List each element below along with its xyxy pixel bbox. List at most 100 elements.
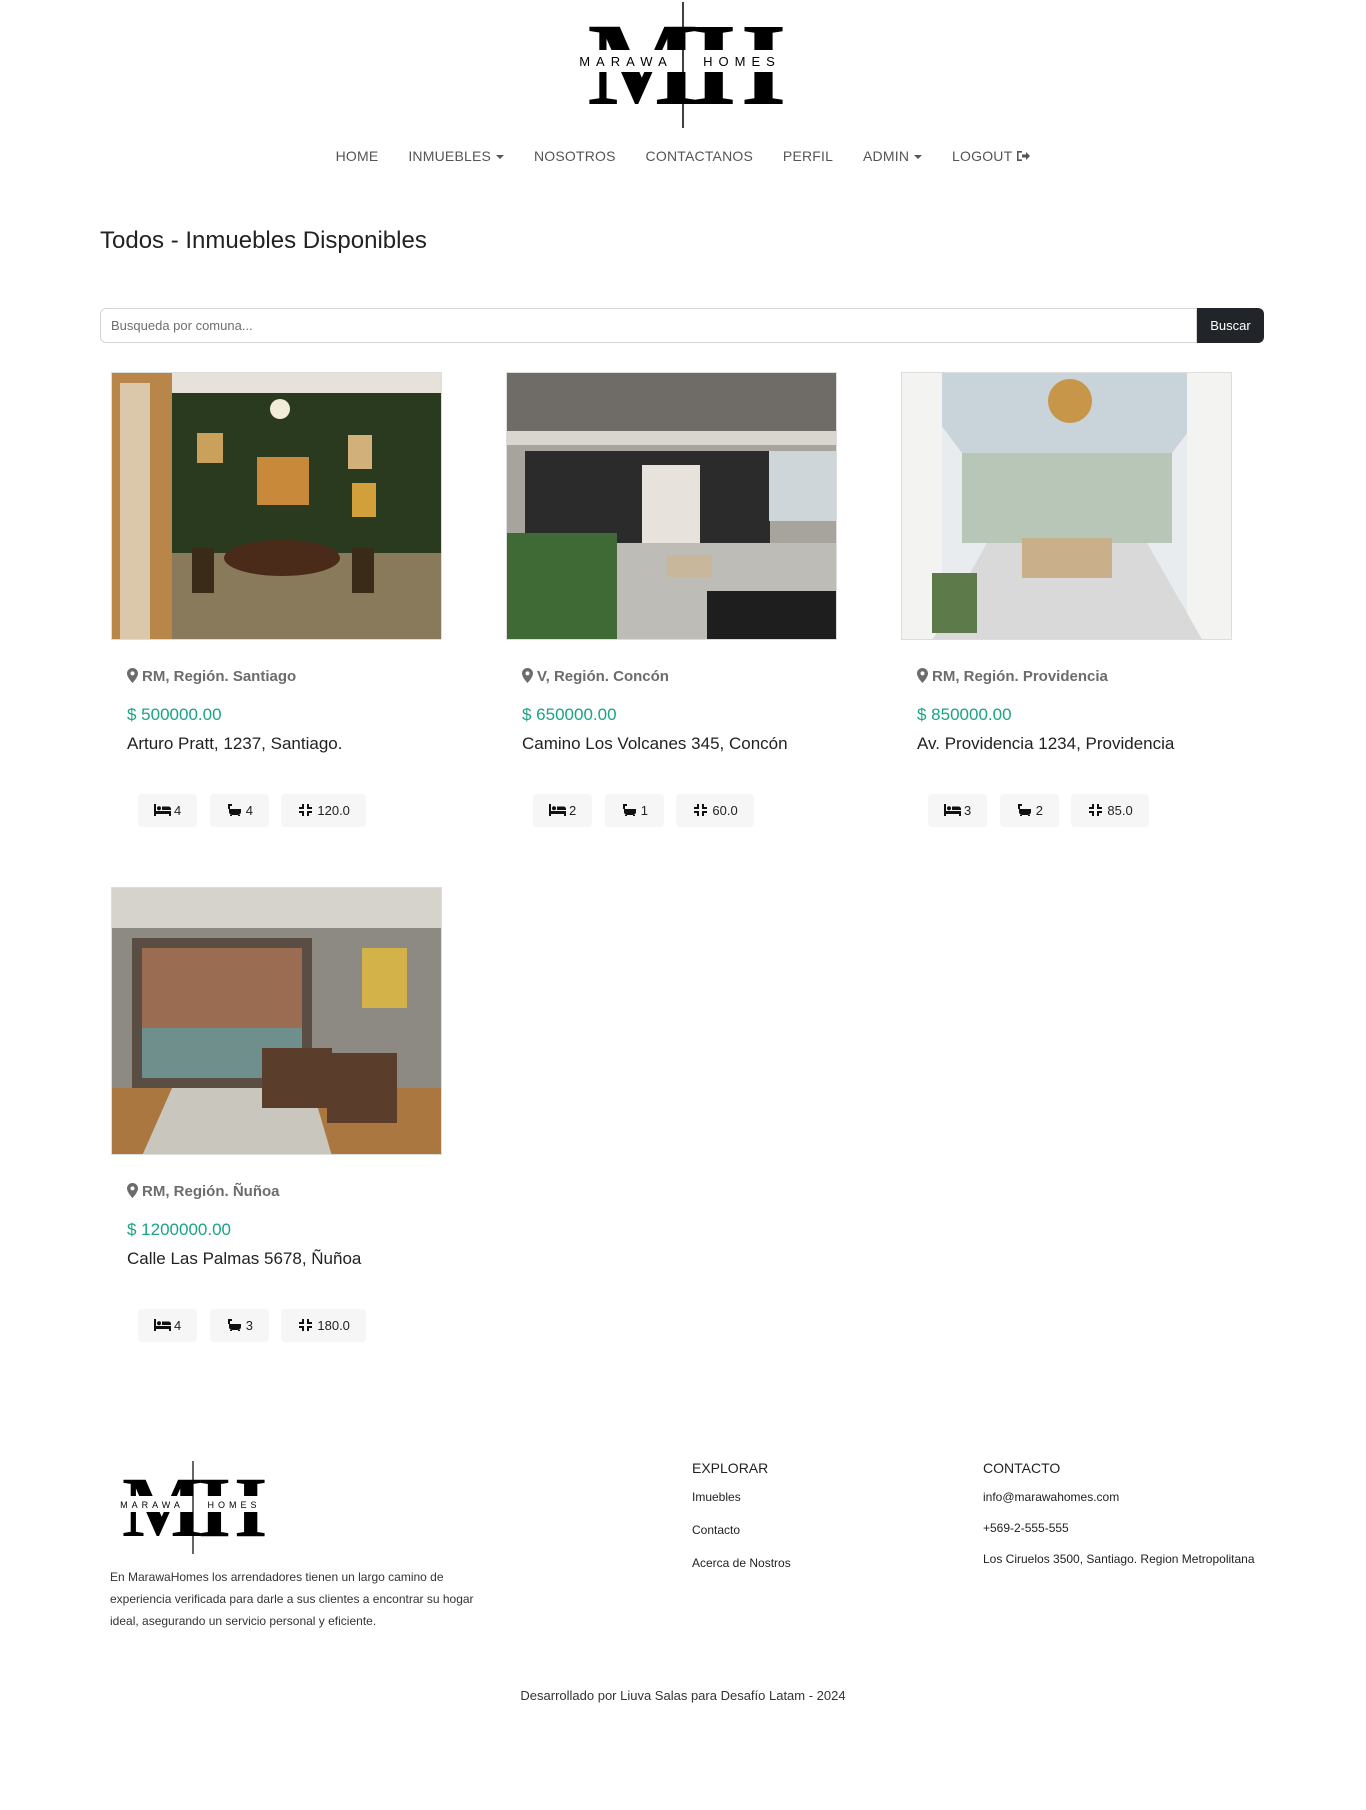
brand-logo[interactable]: MH MARAWA HOMES — [568, 0, 798, 130]
listing-location: RM, Región. Ñuñoa — [127, 1183, 280, 1200]
area-value: 60.0 — [712, 803, 738, 818]
listing-photo[interactable] — [901, 372, 1232, 640]
nav-perfil[interactable]: PERFIL — [783, 148, 833, 164]
listing-stats: 3 2 85.0 — [928, 794, 1157, 827]
footer-contact: CONTACTO info@marawahomes.com +569-2-555… — [983, 1460, 1255, 1583]
nav-admin[interactable]: ADMIN — [863, 148, 923, 164]
rooms-pill: 4 — [138, 794, 198, 827]
rooms-pill: 2 — [533, 794, 593, 827]
search-bar: Buscar — [100, 308, 1264, 343]
listing-location: V, Región. Concón — [522, 668, 669, 685]
bed-icon — [154, 804, 171, 816]
footer-credit: Desarrollado por Liuva Salas para Desafí… — [520, 1688, 846, 1703]
listing-address: Av. Providencia 1234, Providencia — [917, 734, 1175, 753]
footer-name-right: HOMES — [207, 1500, 260, 1510]
baths-count: 4 — [245, 803, 253, 818]
main-nav: HOME INMUEBLES NOSOTROS CONTACTANOS PERF… — [0, 148, 1366, 164]
listing-price: $ 500000.00 — [127, 705, 222, 724]
bath-icon — [1017, 804, 1031, 816]
bed-icon — [944, 804, 961, 816]
baths-count: 3 — [245, 1318, 253, 1333]
baths-pill: 1 — [604, 794, 664, 827]
listing-price: $ 850000.00 — [917, 705, 1012, 724]
baths-count: 2 — [1035, 803, 1043, 818]
listing-location-text: RM, Región. Ñuñoa — [142, 1183, 280, 1200]
bath-icon — [227, 1319, 241, 1331]
area-value: 180.0 — [317, 1318, 350, 1333]
listing-stats: 2 1 60.0 — [533, 794, 762, 827]
listing-stats: 4 4 120.0 — [138, 794, 374, 827]
footer-contact-title: CONTACTO — [983, 1460, 1061, 1476]
listing-address: Arturo Pratt, 1237, Santiago. — [127, 734, 343, 753]
nav-nosotros[interactable]: NOSOTROS — [534, 148, 616, 164]
listing-location-text: RM, Región. Providencia — [932, 668, 1108, 685]
listing-address: Calle Las Palmas 5678, Ñuñoa — [127, 1249, 362, 1268]
area-value: 120.0 — [317, 803, 350, 818]
map-marker-icon — [127, 668, 138, 683]
footer-explore: EXPLORAR Imuebles Contacto Acerca de Nos… — [692, 1460, 791, 1589]
listing-location: RM, Región. Santiago — [127, 668, 296, 685]
baths-pill: 2 — [999, 794, 1059, 827]
nav-inmuebles-label: INMUEBLES — [408, 148, 492, 164]
brand-name-left: MARAWA — [579, 54, 673, 69]
map-marker-icon — [917, 668, 928, 683]
rooms-pill: 4 — [138, 1309, 198, 1342]
listing-price: $ 1200000.00 — [127, 1220, 231, 1239]
sign-out-icon — [1017, 151, 1031, 161]
baths-pill: 3 — [209, 1309, 269, 1342]
footer-link-acerca[interactable]: Acerca de Nostros — [692, 1556, 791, 1570]
footer-description: En MarawaHomes los arrendadores tienen u… — [110, 1570, 474, 1628]
listing-location: RM, Región. Providencia — [917, 668, 1108, 685]
rooms-count: 2 — [569, 803, 577, 818]
area-pill: 60.0 — [676, 794, 754, 827]
search-input[interactable] — [100, 308, 1197, 343]
listing-location-text: RM, Región. Santiago — [142, 668, 297, 685]
bed-icon — [154, 1319, 171, 1331]
contact-email: info@marawahomes.com — [983, 1490, 1120, 1504]
footer-name-left: MARAWA — [120, 1500, 184, 1510]
listing-stats: 4 3 180.0 — [138, 1309, 374, 1342]
listing-price: $ 650000.00 — [522, 705, 617, 724]
baths-count: 1 — [640, 803, 648, 818]
rooms-pill: 3 — [928, 794, 988, 827]
compress-icon — [694, 804, 708, 816]
area-value: 85.0 — [1107, 803, 1133, 818]
listing-location-text: V, Región. Concón — [537, 668, 669, 685]
nav-inmuebles[interactable]: INMUEBLES — [408, 148, 505, 164]
rooms-count: 4 — [174, 1318, 182, 1333]
nav-home[interactable]: HOME — [336, 148, 379, 164]
nav-admin-label: ADMIN — [863, 148, 910, 164]
chevron-down-icon — [496, 155, 505, 160]
rooms-count: 4 — [174, 803, 182, 818]
listing-photo[interactable] — [506, 372, 837, 640]
area-pill: 120.0 — [281, 794, 366, 827]
listing-address: Camino Los Volcanes 345, Concón — [522, 734, 788, 753]
contact-phone: +569-2-555-555 — [983, 1521, 1069, 1535]
nav-logout[interactable]: LOGOUT — [952, 148, 1031, 164]
compress-icon — [1089, 804, 1103, 816]
chevron-down-icon — [914, 155, 923, 160]
map-marker-icon — [127, 1183, 138, 1198]
nav-contactanos[interactable]: CONTACTANOS — [646, 148, 753, 164]
rooms-count: 3 — [964, 803, 972, 818]
brand-name-right: HOMES — [703, 54, 781, 69]
footer-link-contacto[interactable]: Contacto — [692, 1523, 791, 1537]
map-marker-icon — [522, 668, 533, 683]
footer-explore-title: EXPLORAR — [692, 1460, 769, 1476]
footer-link-inmuebles[interactable]: Imuebles — [692, 1490, 791, 1504]
bath-icon — [622, 804, 636, 816]
nav-logout-label: LOGOUT — [952, 148, 1013, 164]
area-pill: 85.0 — [1071, 794, 1149, 827]
page-title: Todos - Inmuebles Disponibles — [100, 227, 427, 254]
contact-address: Los Ciruelos 3500, Santiago. Region Metr… — [983, 1552, 1255, 1566]
listing-photo[interactable] — [111, 887, 442, 1155]
baths-pill: 4 — [209, 794, 269, 827]
footer-logo[interactable]: MH MARAWA HOMES — [110, 1459, 275, 1555]
compress-icon — [299, 1319, 313, 1331]
bath-icon — [227, 804, 241, 816]
area-pill: 180.0 — [281, 1309, 366, 1342]
search-button[interactable]: Buscar — [1197, 308, 1264, 343]
listing-photo[interactable] — [111, 372, 442, 640]
compress-icon — [299, 804, 313, 816]
bed-icon — [549, 804, 566, 816]
